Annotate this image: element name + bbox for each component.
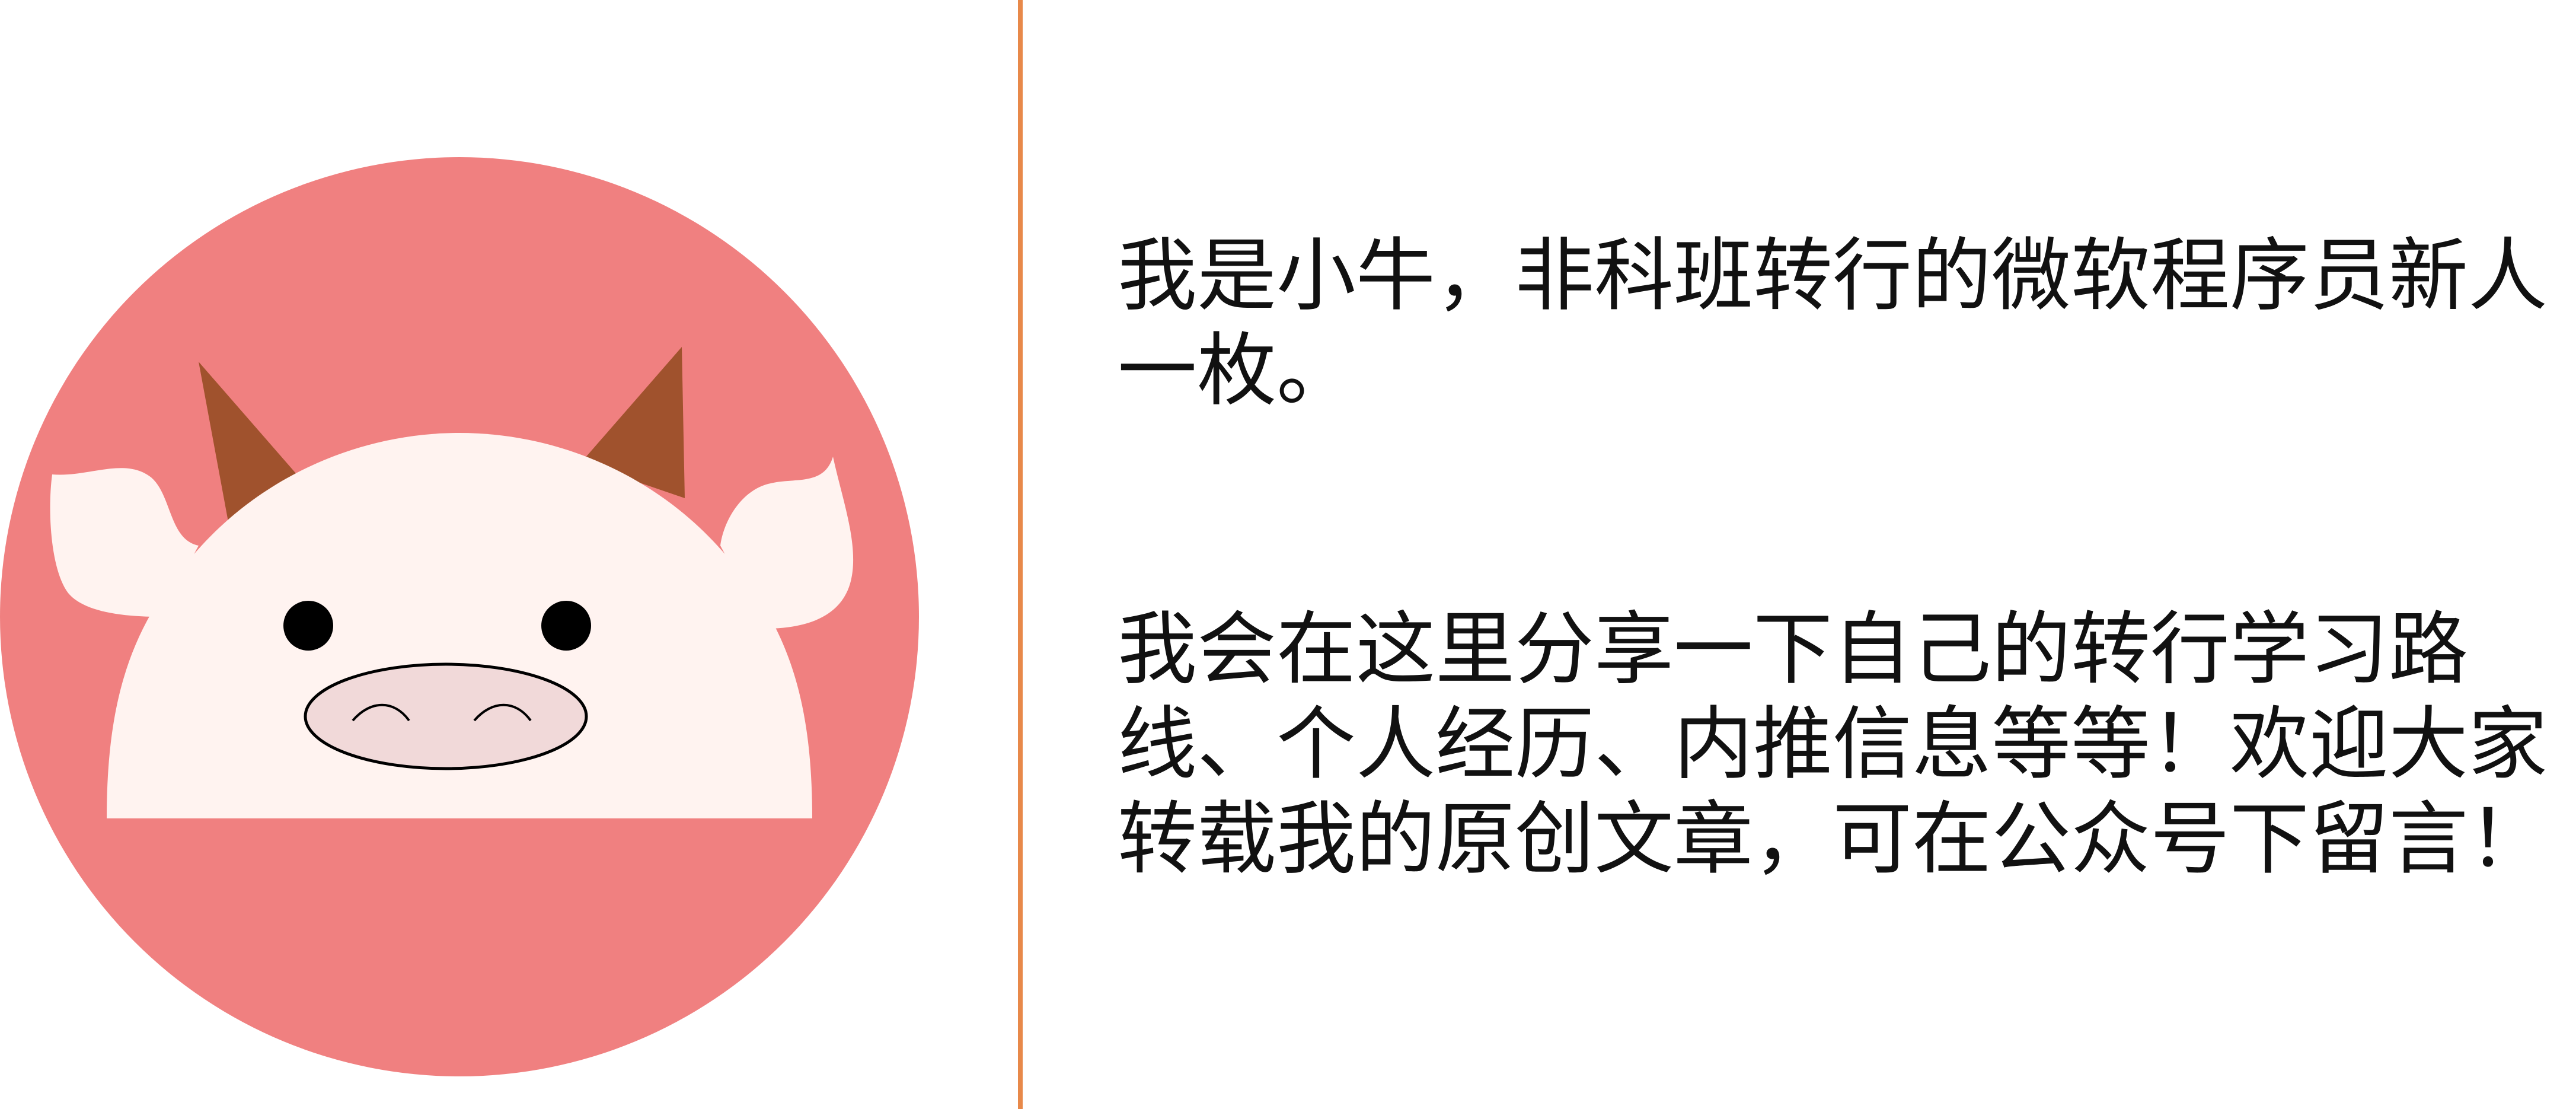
intro-text: 我是小牛，非科班转行的微软程序员新人 一枚。 我会在这里分享一下自己的转行学习路… xyxy=(1118,228,2552,887)
avatar-svg xyxy=(0,157,919,1076)
left-eye xyxy=(283,601,333,651)
snout xyxy=(304,662,588,770)
intro-paragraph-2: 我会在这里分享一下自己的转行学习路 线、个人经历、内推信息等等！欢迎大家 转载我… xyxy=(1118,603,2548,885)
right-eye xyxy=(541,601,591,651)
cartoon-cow-icon xyxy=(0,154,925,1079)
vertical-divider xyxy=(1018,0,1023,1109)
intro-paragraph-1: 我是小牛，非科班转行的微软程序员新人 一枚。 xyxy=(1118,230,2548,417)
